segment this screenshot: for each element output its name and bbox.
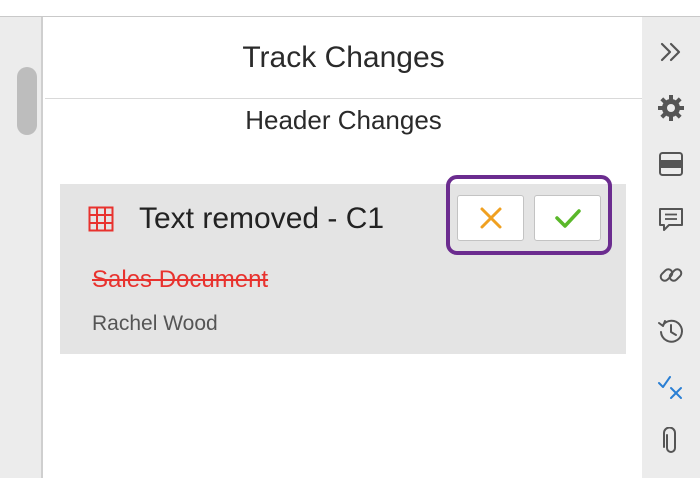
gear-icon[interactable] (656, 93, 686, 123)
change-actions-highlight (446, 175, 612, 255)
link-icon[interactable] (656, 260, 686, 290)
removed-text: Sales Document (92, 266, 269, 293)
change-author: Rachel Wood (92, 312, 218, 335)
header-footer-icon[interactable] (656, 149, 686, 179)
scrollbar-thumb[interactable] (17, 67, 37, 135)
section-title: Header Changes (245, 105, 442, 135)
track-changes-icon[interactable] (656, 372, 686, 402)
panel-divider (45, 98, 642, 99)
left-scroll-gutter (0, 17, 43, 478)
reject-change-button[interactable] (457, 195, 524, 241)
comment-icon[interactable] (656, 205, 686, 235)
change-title: Text removed - C1 (139, 202, 385, 235)
check-icon (554, 209, 581, 228)
accept-change-button[interactable] (534, 195, 601, 241)
paperclip-icon[interactable] (656, 427, 686, 457)
panel-title: Track Changes (242, 41, 445, 74)
close-icon (480, 207, 501, 229)
double-chevron-right-icon[interactable] (656, 37, 686, 67)
right-toolbar (642, 17, 700, 478)
history-icon[interactable] (656, 316, 686, 346)
table-icon (88, 206, 114, 232)
